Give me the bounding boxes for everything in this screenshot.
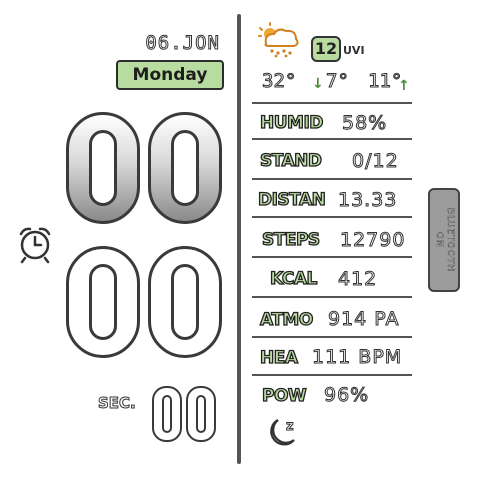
row-divider	[252, 102, 412, 104]
svg-text:z: z	[286, 419, 294, 434]
steps-label: STEPS	[261, 229, 320, 250]
row-divider	[252, 178, 412, 180]
atmosphere-value: 914 PA	[328, 308, 400, 331]
distance-value: 13.33	[337, 189, 398, 212]
humidity-value: 58%	[341, 112, 388, 135]
minutes-display: 00	[66, 246, 222, 358]
atmosphere-label: ATMO	[259, 309, 314, 330]
seconds-label: SEC.	[98, 394, 137, 413]
row-divider	[252, 336, 412, 338]
bluetooth-label: BLUETOOTH	[445, 208, 455, 272]
minute-digit-1	[66, 246, 140, 358]
arrow-up-icon: ↑	[398, 78, 410, 94]
power-value: 96%	[323, 384, 370, 407]
bluetooth-state: ON	[434, 232, 444, 248]
arrow-down-icon: ↓	[312, 76, 324, 92]
power-label: POW	[261, 385, 307, 406]
heart-rate-value: 111 BPM	[311, 346, 403, 369]
uv-index-badge: 12	[311, 36, 341, 62]
stand-label: STAND	[259, 150, 322, 171]
row-divider	[252, 374, 412, 376]
distance-label: DISTAN	[257, 189, 326, 210]
alarm-icon[interactable]	[16, 224, 54, 264]
hours-display: 00	[66, 112, 222, 224]
hour-digit-2	[148, 112, 222, 224]
uv-label: UVI	[343, 44, 365, 57]
row-divider	[252, 296, 412, 298]
hour-digit-1	[66, 112, 140, 224]
low-temp: 7°	[326, 70, 350, 93]
second-digit-1	[152, 386, 182, 442]
cloud-snow-sun-icon	[258, 22, 299, 58]
kcal-value: 412	[337, 268, 378, 291]
second-digit-2	[186, 386, 216, 442]
bluetooth-status-text: BLUETOOTH ON	[433, 208, 455, 272]
seconds-display: 00	[152, 386, 216, 442]
sleep-moon-icon[interactable]: z	[262, 414, 302, 450]
humidity-label: HUMID	[259, 112, 324, 133]
current-temp: 32°	[261, 70, 297, 93]
steps-value: 12790	[339, 229, 406, 252]
row-divider	[252, 256, 412, 258]
heart-rate-label: HEA	[259, 347, 298, 368]
date-label: 06.JON	[145, 32, 220, 55]
kcal-label: KCAL	[269, 268, 318, 289]
row-divider	[252, 138, 412, 140]
day-pill[interactable]: Monday	[116, 60, 224, 90]
vertical-divider	[237, 14, 241, 464]
minute-digit-2	[148, 246, 222, 358]
stand-value: 0/12	[352, 150, 399, 173]
row-divider	[252, 216, 412, 218]
bluetooth-status-pill[interactable]: BLUETOOTH ON	[428, 188, 460, 292]
